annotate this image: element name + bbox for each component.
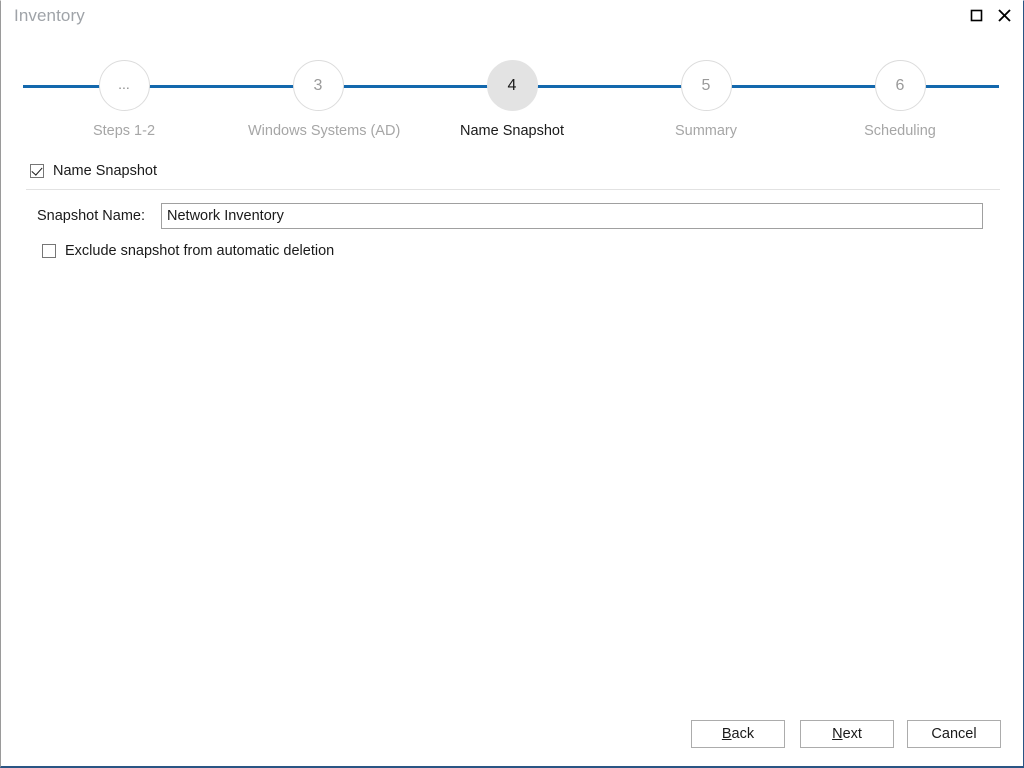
section-divider	[26, 189, 1000, 190]
stepper-step-3[interactable]: 3 Windows Systems (AD)	[248, 37, 401, 139]
stepper-step-6-circle: 6	[874, 60, 926, 111]
wizard-page-content: Name Snapshot Snapshot Name: Exclude sna…	[1, 151, 1023, 711]
back-button-accel: B	[721, 726, 732, 742]
snapshot-name-input[interactable]	[161, 203, 983, 229]
restore-button[interactable]	[961, 1, 991, 29]
next-button-accel: N	[832, 726, 843, 742]
stepper-step-5-circle: 5	[680, 60, 732, 111]
stepper-step-5[interactable]: 5 Summary	[636, 37, 776, 139]
stepper-step-5-label: Summary	[674, 123, 738, 139]
snapshot-name-label: Snapshot Name:	[36, 208, 145, 224]
exclude-snapshot-checkbox[interactable]	[42, 244, 56, 258]
restore-icon	[970, 9, 983, 22]
stepper-step-3-circle: 3	[292, 60, 344, 111]
name-snapshot-checkbox-label: Name Snapshot	[53, 163, 157, 179]
title-bar: Inventory	[1, 1, 1023, 34]
back-button[interactable]: Back	[691, 720, 785, 748]
stepper-step-6-label: Scheduling	[864, 123, 936, 139]
name-snapshot-group-header[interactable]: Name Snapshot	[30, 163, 157, 179]
name-snapshot-checkbox[interactable]	[30, 164, 44, 178]
wizard-stepper: ... Steps 1-2 3 Windows Systems (AD) 4 N…	[1, 37, 1023, 147]
snapshot-name-row: Snapshot Name:	[1, 203, 1023, 229]
close-button[interactable]	[989, 1, 1019, 29]
stepper-step-1[interactable]: ... Steps 1-2	[54, 37, 194, 139]
stepper-step-6[interactable]: 6 Scheduling	[830, 37, 970, 139]
exclude-snapshot-checkbox-label: Exclude snapshot from automatic deletion	[65, 243, 335, 259]
stepper-step-1-label: Steps 1-2	[92, 123, 156, 139]
stepper-step-4-circle: 4	[486, 60, 538, 111]
stepper-step-3-label: Windows Systems (AD)	[248, 123, 401, 139]
exclude-snapshot-row[interactable]: Exclude snapshot from automatic deletion	[42, 243, 334, 259]
stepper-step-4[interactable]: 4 Name Snapshot	[442, 37, 582, 139]
stepper-step-1-circle: ...	[98, 60, 150, 111]
cancel-button-label: Cancel	[931, 726, 977, 742]
next-button[interactable]: Next	[800, 720, 894, 748]
back-button-label: ack	[731, 726, 755, 742]
close-icon	[997, 8, 1011, 22]
cancel-button[interactable]: Cancel	[907, 720, 1001, 748]
window-title: Inventory	[14, 6, 85, 25]
stepper-step-4-label: Name Snapshot	[460, 123, 564, 139]
inventory-wizard-window: Inventory ... Steps 1-2 3 Windows System…	[0, 0, 1024, 768]
next-button-label: ext	[842, 726, 862, 742]
dialog-footer: Back Next Cancel	[1, 714, 1023, 754]
